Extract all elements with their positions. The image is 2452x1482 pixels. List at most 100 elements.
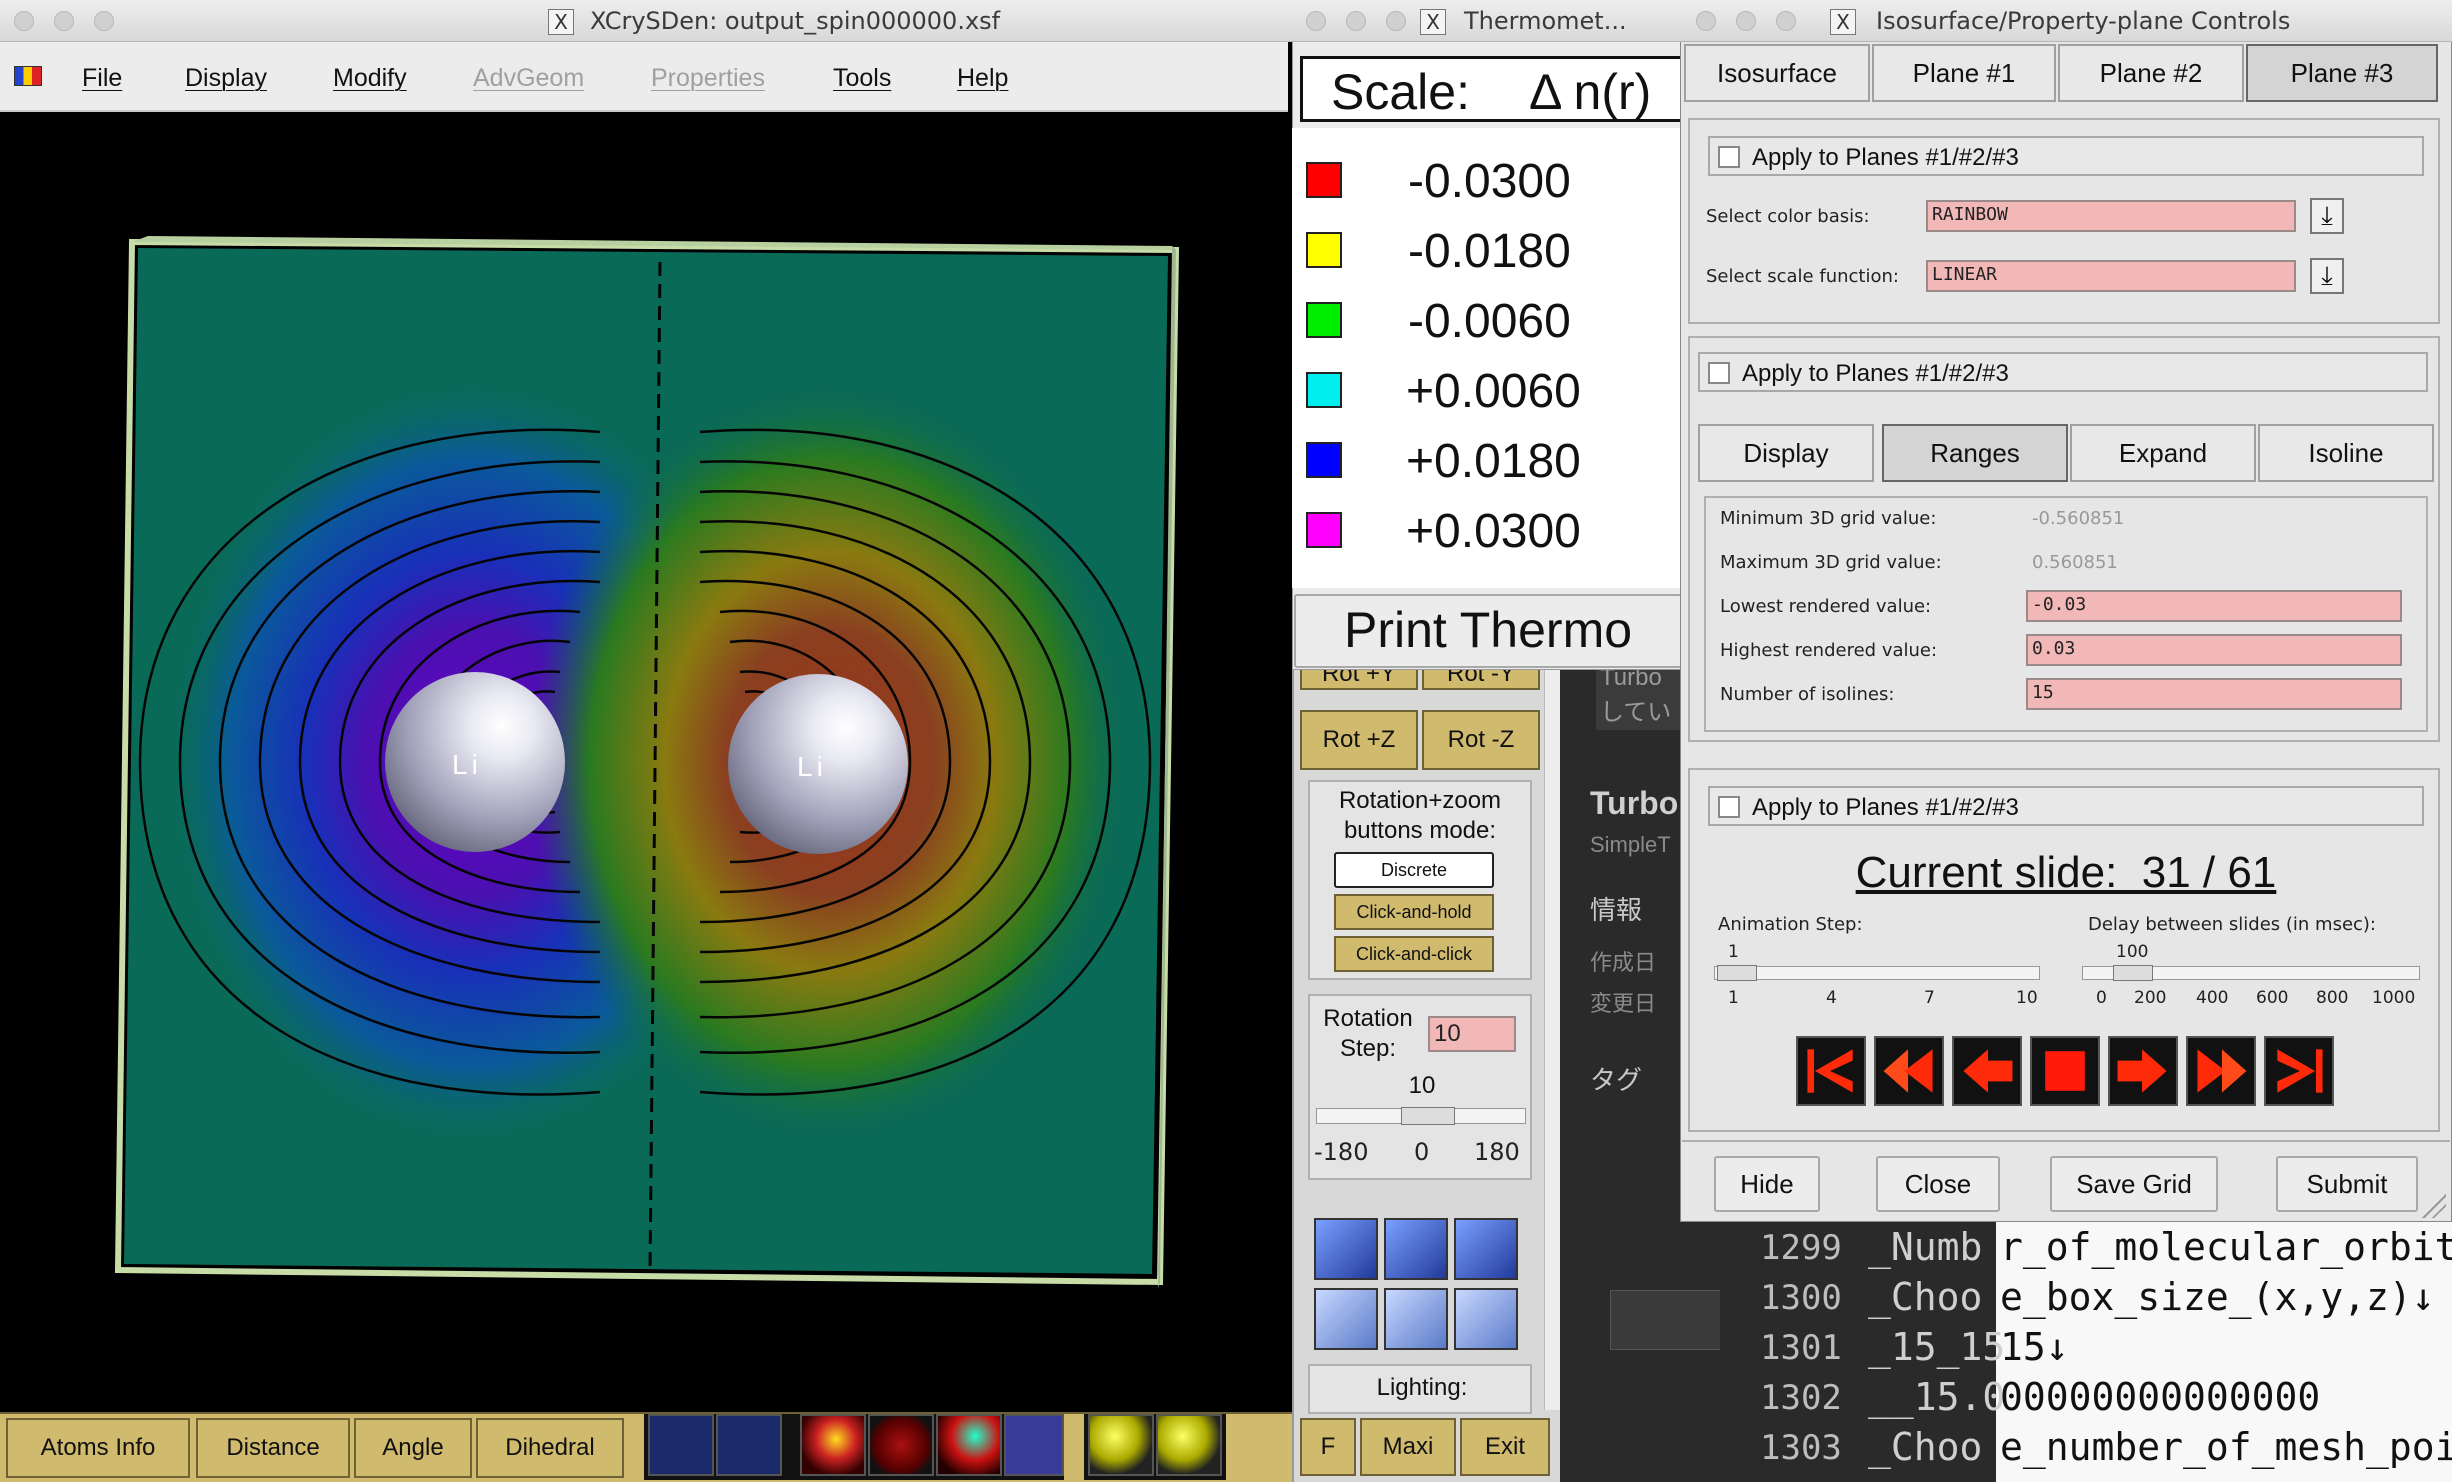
- stop-icon[interactable]: [2030, 1036, 2100, 1106]
- highest-input[interactable]: 0.03: [2026, 634, 2402, 666]
- close-dot[interactable]: [1696, 11, 1716, 31]
- close-button[interactable]: Close: [1876, 1156, 2000, 1212]
- anim-step-slider[interactable]: [1714, 965, 2040, 981]
- sphere-icon[interactable]: [1088, 1414, 1154, 1476]
- first-slide-icon[interactable]: [1796, 1036, 1866, 1106]
- exit-button[interactable]: Exit: [1460, 1418, 1550, 1476]
- close-dot[interactable]: [14, 11, 34, 31]
- submit-button[interactable]: Submit: [2276, 1156, 2418, 1212]
- tab-plane-1[interactable]: Plane #1: [1872, 44, 2056, 102]
- angle-button[interactable]: Angle: [354, 1418, 472, 1478]
- rotation-step-label: Rotation Step:: [1323, 1005, 1413, 1062]
- sphere-icon[interactable]: [1156, 1414, 1222, 1476]
- save-grid-button[interactable]: Save Grid: [2050, 1156, 2218, 1212]
- last-slide-icon[interactable]: [2264, 1036, 2334, 1106]
- thermometer-titlebar[interactable]: X Thermomet...: [1292, 0, 1684, 42]
- fast-forward-icon[interactable]: [2186, 1036, 2256, 1106]
- view-top-icon[interactable]: [1384, 1218, 1448, 1280]
- stick-icon[interactable]: [936, 1414, 1002, 1476]
- ranges-section: Apply to Planes #1/#2/#3 Display Ranges …: [1688, 336, 2440, 742]
- minimize-dot[interactable]: [1346, 11, 1366, 31]
- zoom-dot[interactable]: [1386, 11, 1406, 31]
- tab-plane-2[interactable]: Plane #2: [2058, 44, 2244, 102]
- subtab-ranges[interactable]: Ranges: [1882, 424, 2068, 482]
- apply-checkbox[interactable]: [1718, 796, 1740, 818]
- subtab-display[interactable]: Display: [1698, 424, 1874, 482]
- menu-display[interactable]: Display: [185, 64, 267, 93]
- x11-icon: X: [548, 9, 574, 35]
- scale-label: Scale:: [1331, 64, 1470, 120]
- rot-plus-z-button[interactable]: Rot +Z: [1300, 710, 1418, 770]
- close-dot[interactable]: [1306, 11, 1326, 31]
- slider-tick: 180: [1474, 1138, 1520, 1166]
- tab-isosurface[interactable]: Isosurface: [1684, 44, 1870, 102]
- ball-icon[interactable]: [800, 1414, 866, 1476]
- delay-tick: 600: [2256, 988, 2289, 1008]
- print-thermo-button[interactable]: Print Thermo: [1294, 594, 1682, 668]
- distance-button[interactable]: Distance: [196, 1418, 350, 1478]
- fast-back-icon[interactable]: [1874, 1036, 1944, 1106]
- delay-slider[interactable]: [2082, 965, 2420, 981]
- color-basis-dropdown-icon[interactable]: ⤓: [2310, 198, 2344, 234]
- plane-y-icon[interactable]: [1384, 1288, 1448, 1350]
- maxi-button[interactable]: Maxi: [1360, 1418, 1456, 1476]
- side-panel: Rot +Y Rot -Y Rot +Z Rot -Z Rotation+zoo…: [1292, 660, 1560, 1482]
- stereo-icon[interactable]: [1004, 1414, 1064, 1476]
- code-line-right: e_box_size_(x,y,z)↓: [2000, 1275, 2435, 1319]
- panel-scrollbar[interactable]: [1544, 660, 1560, 1410]
- apply-checkbox[interactable]: [1708, 362, 1730, 384]
- zoom-dot[interactable]: [94, 11, 114, 31]
- controls-titlebar[interactable]: X Isosurface/Property-plane Controls: [1680, 0, 2452, 42]
- code-line-right: 00000000000000: [2000, 1375, 2321, 1419]
- menu-advgeom[interactable]: AdvGeom: [473, 64, 584, 93]
- subtab-expand[interactable]: Expand: [2070, 424, 2256, 482]
- plane-z-icon[interactable]: [1454, 1288, 1518, 1350]
- isolines-input[interactable]: 15: [2026, 678, 2402, 710]
- slider-thumb[interactable]: [1717, 965, 1757, 981]
- rotation-step-input[interactable]: 10: [1428, 1016, 1516, 1052]
- delay-tick: 1000: [2372, 988, 2416, 1008]
- view-front-icon[interactable]: [1314, 1218, 1378, 1280]
- menu-help[interactable]: Help: [957, 64, 1008, 93]
- f-button[interactable]: F: [1300, 1418, 1356, 1476]
- mode-discrete[interactable]: Discrete: [1334, 852, 1494, 888]
- subtab-isoline[interactable]: Isoline: [2258, 424, 2434, 482]
- scale-header: Scale: Δ n(r): [1300, 56, 1684, 122]
- resize-grip-icon[interactable]: [2422, 1194, 2446, 1218]
- lattice-icon[interactable]: [648, 1414, 714, 1476]
- tab-plane-3[interactable]: Plane #3: [2246, 44, 2438, 102]
- rot-minus-z-button[interactable]: Rot -Z: [1422, 710, 1540, 770]
- menu-tools[interactable]: Tools: [833, 64, 891, 93]
- app-icon: [14, 66, 42, 86]
- dihedral-button[interactable]: Dihedral: [476, 1418, 624, 1478]
- viewport-3d[interactable]: Li Li: [0, 112, 1292, 1412]
- plane-x-icon[interactable]: [1314, 1288, 1378, 1350]
- menu-file[interactable]: File: [82, 64, 122, 93]
- main-titlebar[interactable]: X XCrySDen: output_spin000000.xsf: [0, 0, 1292, 42]
- apply-checkbox[interactable]: [1718, 146, 1740, 168]
- prev-slide-icon[interactable]: [1952, 1036, 2022, 1106]
- scale-function-field[interactable]: LINEAR: [1926, 260, 2296, 292]
- line-number: 1300: [1760, 1278, 1842, 1318]
- mode-click-and-hold[interactable]: Click-and-hold: [1334, 894, 1494, 930]
- hide-button[interactable]: Hide: [1714, 1156, 1820, 1212]
- menu-modify[interactable]: Modify: [333, 64, 407, 93]
- wire-icon[interactable]: [868, 1414, 934, 1476]
- mode-click-and-click[interactable]: Click-and-click: [1334, 936, 1494, 972]
- scale-function-dropdown-icon[interactable]: ⤓: [2310, 258, 2344, 294]
- slider-thumb[interactable]: [2113, 965, 2153, 981]
- menu-properties[interactable]: Properties: [651, 64, 765, 93]
- rotation-slider[interactable]: [1316, 1107, 1526, 1125]
- atoms-info-button[interactable]: Atoms Info: [6, 1418, 190, 1478]
- slider-thumb[interactable]: [1401, 1107, 1455, 1125]
- lowest-input[interactable]: -0.03: [2026, 590, 2402, 622]
- cell-icon[interactable]: [716, 1414, 782, 1476]
- minimize-dot[interactable]: [54, 11, 74, 31]
- view-side-icon[interactable]: [1454, 1218, 1518, 1280]
- minimize-dot[interactable]: [1736, 11, 1756, 31]
- lighting-label: Lighting:: [1376, 1374, 1468, 1401]
- next-slide-icon[interactable]: [2108, 1036, 2178, 1106]
- color-basis-field[interactable]: RAINBOW: [1926, 200, 2296, 232]
- max-grid-value: 0.560851: [2032, 552, 2118, 573]
- zoom-dot[interactable]: [1776, 11, 1796, 31]
